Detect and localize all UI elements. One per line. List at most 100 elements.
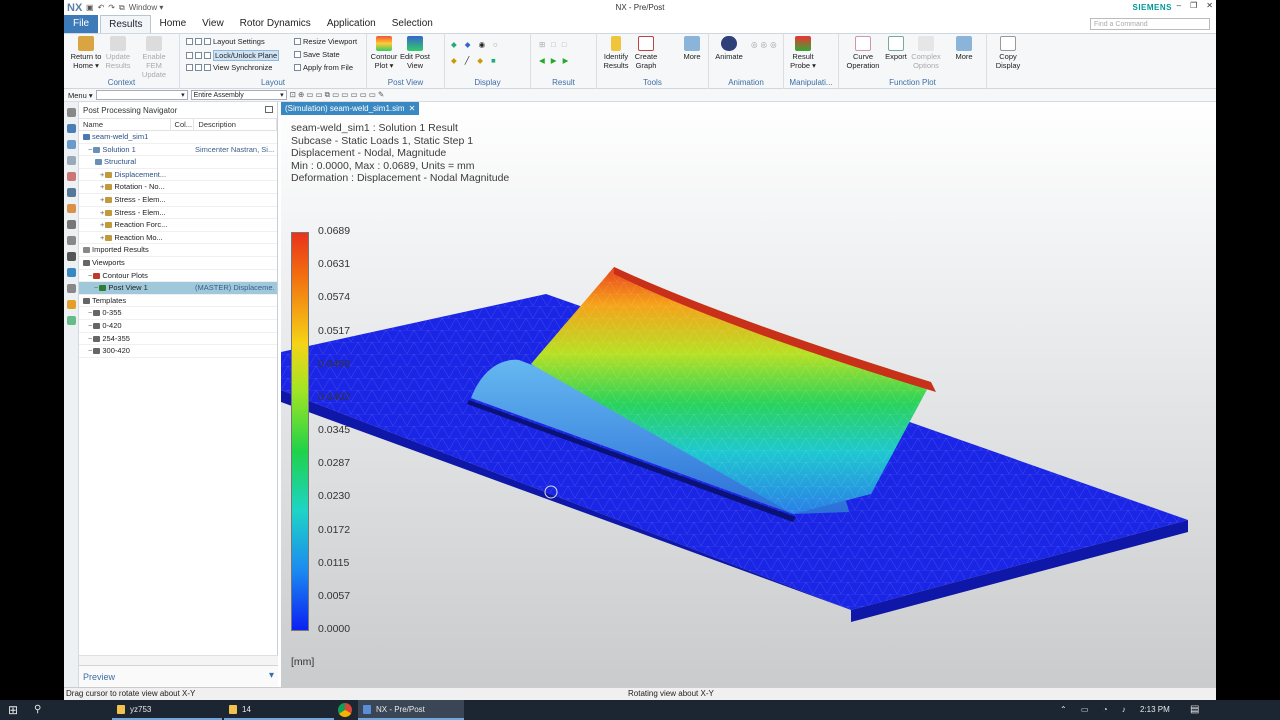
tree-row[interactable]: Templates [79,295,277,308]
complex-options-button[interactable]: Complex Options [909,36,943,70]
tree-row[interactable]: seam-weld_sim1 [79,131,277,144]
display-icon-2[interactable]: ◆ [465,40,471,49]
result-icon-1[interactable]: ⊞ [539,40,545,49]
restore-icon[interactable]: ❐ [1190,1,1197,10]
display-icon-8[interactable]: ■ [491,56,496,65]
expand-toggle-icon[interactable]: − [94,283,98,292]
constraint-navigator-icon[interactable] [66,156,76,165]
column-name[interactable]: Name [79,119,171,130]
expand-toggle-icon[interactable]: + [100,220,104,229]
expand-toggle-icon[interactable]: + [100,195,104,204]
create-graph-button[interactable]: Create Graph [631,36,661,70]
close-icon[interactable]: ✕ [409,102,416,115]
scope-select[interactable]: Entire Assembly [190,90,287,100]
display-icon-6[interactable]: ╱ [465,56,470,65]
previous-result-icon[interactable]: ◀ [539,56,545,65]
play-icon[interactable]: ◎ [751,40,758,49]
tree-row[interactable]: − 0-420 [79,320,277,333]
tab-results[interactable]: Results [100,15,152,33]
web-browser-icon[interactable] [66,236,76,245]
view-synchronize-button[interactable]: View Synchronize [213,63,272,72]
tree-row[interactable]: + Stress - Elem... [79,194,277,207]
taskbar-app-nx[interactable]: NX - Pre/Post [358,700,464,720]
roles-icon[interactable] [66,268,76,277]
tree-row[interactable]: + Reaction Forc... [79,219,277,232]
tree-row[interactable]: + Rotation - No... [79,181,277,194]
save-state-button[interactable]: Save State [303,50,340,59]
preview-label[interactable]: Preview [83,672,115,682]
tab-selection[interactable]: Selection [384,15,441,33]
expand-toggle-icon[interactable]: − [88,271,92,280]
tree-row[interactable]: + Stress - Elem... [79,207,277,220]
expand-toggle-icon[interactable]: + [100,233,104,242]
tree-row[interactable]: Structural [79,156,277,169]
result-icon-3[interactable]: □ [562,40,567,49]
column-color[interactable]: Col... [171,119,195,130]
chevron-down-icon[interactable]: ▾ [269,670,274,681]
tree-row[interactable]: Viewports [79,257,277,270]
search-icon[interactable]: ⚲ [34,700,41,720]
tree-row[interactable]: − 254-355 [79,333,277,346]
expand-toggle-icon[interactable]: − [88,334,92,343]
resize-viewport-button[interactable]: Resize Viewport [303,37,357,46]
lock-unlock-plane-button[interactable]: Lock/Unlock Plane [213,50,280,61]
graphics-viewport[interactable]: (Simulation) seam-weld_sim1.sim ✕ seam-w… [281,102,1216,687]
tab-rotor-dynamics[interactable]: Rotor Dynamics [232,15,319,33]
simulation-navigator-icon[interactable] [66,172,76,181]
result-icon-6[interactable]: ▶ [563,56,569,65]
function-plot-more-button[interactable]: More [951,36,977,61]
expand-toggle-icon[interactable]: + [100,170,104,179]
save-icon[interactable]: ▣ [86,3,94,12]
command-search-input[interactable]: Find a Command [1090,18,1210,30]
identify-results-button[interactable]: Identify Results [599,36,633,70]
part-navigator-icon[interactable] [66,124,76,133]
return-to-home-button[interactable]: Return to Home ▾ [67,36,105,70]
undo-icon[interactable]: ↶ [98,3,105,12]
history-icon[interactable] [66,252,76,261]
knowledge-icon[interactable] [66,316,76,325]
curve-operation-button[interactable]: Curve Operation [844,36,882,70]
notifications-icon[interactable]: ▤ [1190,700,1199,720]
windows-start-icon[interactable]: ⊞ [8,700,18,720]
redo-icon[interactable]: ↷ [108,3,115,12]
enable-fem-update-button[interactable]: Enable FEM Update [134,36,174,79]
reuse-library-icon[interactable] [66,188,76,197]
tab-view[interactable]: View [194,15,232,33]
viewport-tab[interactable]: (Simulation) seam-weld_sim1.sim ✕ [281,102,420,115]
result-probe-button[interactable]: Result Probe ▾ [788,36,818,70]
system-tray-icons[interactable]: ⌃ ▭ ◔ ♪ [1060,700,1132,720]
taskbar-app-folder-2[interactable]: 14 [224,700,334,720]
export-button[interactable]: Export [883,36,909,61]
menu-button[interactable]: Menu ▾ [68,91,93,100]
step-icon[interactable]: ◎ [761,40,768,49]
stop-icon[interactable]: ◎ [770,40,777,49]
chrome-icon[interactable] [338,703,352,717]
clock-icon[interactable] [66,284,76,293]
tree-row[interactable]: − 0-355 [79,307,277,320]
close-icon[interactable]: ✕ [1206,1,1213,10]
post-processing-navigator-icon[interactable] [66,204,76,213]
update-results-button[interactable]: Update Results [104,36,132,70]
animate-button[interactable]: Animate [713,36,745,61]
apply-from-file-button[interactable]: Apply from File [303,63,353,72]
tree-row[interactable]: Imported Results [79,244,277,257]
contour-plot-button[interactable]: Contour Plot ▾ [369,36,399,70]
tree-row[interactable]: − 300-420 [79,345,277,358]
pin-icon[interactable] [265,106,273,113]
result-icon-2[interactable]: □ [551,40,556,49]
selection-tools-icons[interactable]: ⊡ ⊕ ▭ ▭ ⧉ ▭ ▭ ▭ ▭ ▭ ✎ [290,90,385,100]
expand-toggle-icon[interactable]: − [88,321,92,330]
display-icon-7[interactable]: ◆ [477,56,483,65]
copy-display-button[interactable]: Copy Display [993,36,1023,70]
assembly-navigator-icon[interactable] [66,140,76,149]
tools-more-button[interactable]: More [679,36,705,61]
expand-toggle-icon[interactable]: + [100,182,104,191]
navigator-horizontal-scrollbar[interactable] [79,655,278,665]
edit-post-view-button[interactable]: Edit Post View [399,36,431,70]
display-icon-1[interactable]: ◆ [451,40,457,49]
tree-row[interactable]: − Post View 1 (MASTER) Displaceme... [79,282,277,295]
tree-row[interactable]: − Contour Plots [79,270,277,283]
eye-icon[interactable]: ◉ [479,40,486,49]
tab-file[interactable]: File [64,15,99,33]
tab-home[interactable]: Home [151,15,194,33]
